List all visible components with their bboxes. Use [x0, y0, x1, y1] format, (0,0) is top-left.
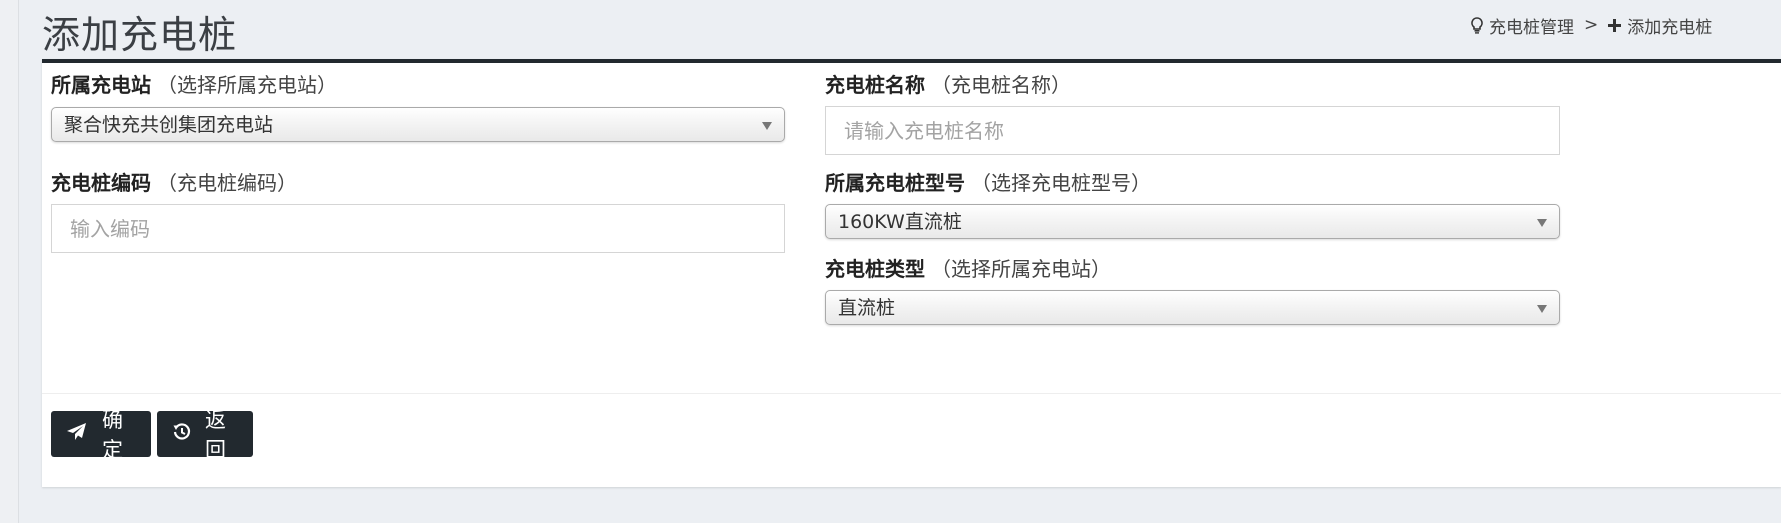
- pile-name-label: 充电桩名称: [825, 73, 925, 97]
- page-title: 添加充电桩: [42, 13, 238, 57]
- dropdown-arrow-icon: [1537, 305, 1547, 313]
- pile-type-field: 充电桩类型 （选择所属充电站） 直流桩: [825, 255, 1560, 325]
- dropdown-arrow-icon: [1537, 219, 1547, 227]
- pile-code-hint: （充电桩编码）: [157, 171, 297, 195]
- pile-model-select[interactable]: 160KW直流桩: [825, 204, 1560, 239]
- pile-type-select[interactable]: 直流桩: [825, 290, 1560, 325]
- form-divider: [42, 393, 1781, 394]
- pile-model-field: 所属充电桩型号 （选择充电桩型号） 160KW直流桩: [825, 169, 1560, 239]
- pile-model-hint: （选择充电桩型号）: [971, 171, 1151, 195]
- station-select[interactable]: 聚合快充共创集团充电站: [51, 107, 785, 142]
- pile-code-label-row: 充电桩编码 （充电桩编码）: [51, 169, 785, 197]
- breadcrumb-item-current: 添加充电桩: [1627, 17, 1713, 38]
- pile-name-label-row: 充电桩名称 （充电桩名称）: [825, 71, 1560, 99]
- pile-name-input[interactable]: [825, 106, 1560, 155]
- pile-name-hint: （充电桩名称）: [931, 73, 1071, 97]
- breadcrumb-item-pile-management[interactable]: 充电桩管理: [1489, 13, 1574, 38]
- station-label-row: 所属充电站 （选择所属充电站）: [51, 71, 785, 99]
- back-button[interactable]: 返回: [157, 408, 253, 462]
- station-hint: （选择所属充电站）: [157, 73, 337, 97]
- pile-code-field: 充电桩编码 （充电桩编码）: [51, 169, 785, 253]
- confirm-button[interactable]: 确定: [51, 408, 151, 462]
- breadcrumb: 充电桩管理 > 添加充电桩: [1471, 12, 1781, 38]
- pile-name-field: 充电桩名称 （充电桩名称）: [825, 71, 1560, 155]
- dropdown-arrow-icon: [762, 122, 772, 130]
- pile-model-selected-value: 160KW直流桩: [838, 211, 962, 233]
- form-card: 所属充电站 （选择所属充电站） 聚合快充共创集团充电站 充电桩名称 （充电桩名称） …: [42, 59, 1781, 487]
- pile-code-label: 充电桩编码: [51, 171, 151, 195]
- pile-model-label-row: 所属充电桩型号 （选择充电桩型号）: [825, 169, 1560, 197]
- lightbulb-icon: [1471, 16, 1483, 34]
- station-field: 所属充电站 （选择所属充电站） 聚合快充共创集团充电站: [51, 71, 785, 142]
- station-selected-value: 聚合快充共创集团充电站: [64, 114, 274, 136]
- pile-type-selected-value: 直流桩: [838, 297, 896, 319]
- pile-model-label: 所属充电桩型号: [825, 171, 965, 195]
- pile-type-label: 充电桩类型: [825, 257, 925, 281]
- plus-icon: [1608, 18, 1622, 32]
- breadcrumb-separator: >: [1584, 15, 1599, 35]
- left-rail: [0, 0, 19, 523]
- station-label: 所属充电站: [51, 73, 151, 97]
- pile-code-input[interactable]: [51, 204, 785, 253]
- pile-type-label-row: 充电桩类型 （选择所属充电站）: [825, 255, 1560, 283]
- back-button-label: 返回: [205, 408, 229, 462]
- history-icon: [173, 422, 197, 446]
- paper-plane-icon: [67, 422, 93, 446]
- confirm-button-label: 确定: [102, 408, 126, 462]
- pile-type-hint: （选择所属充电站）: [931, 257, 1111, 281]
